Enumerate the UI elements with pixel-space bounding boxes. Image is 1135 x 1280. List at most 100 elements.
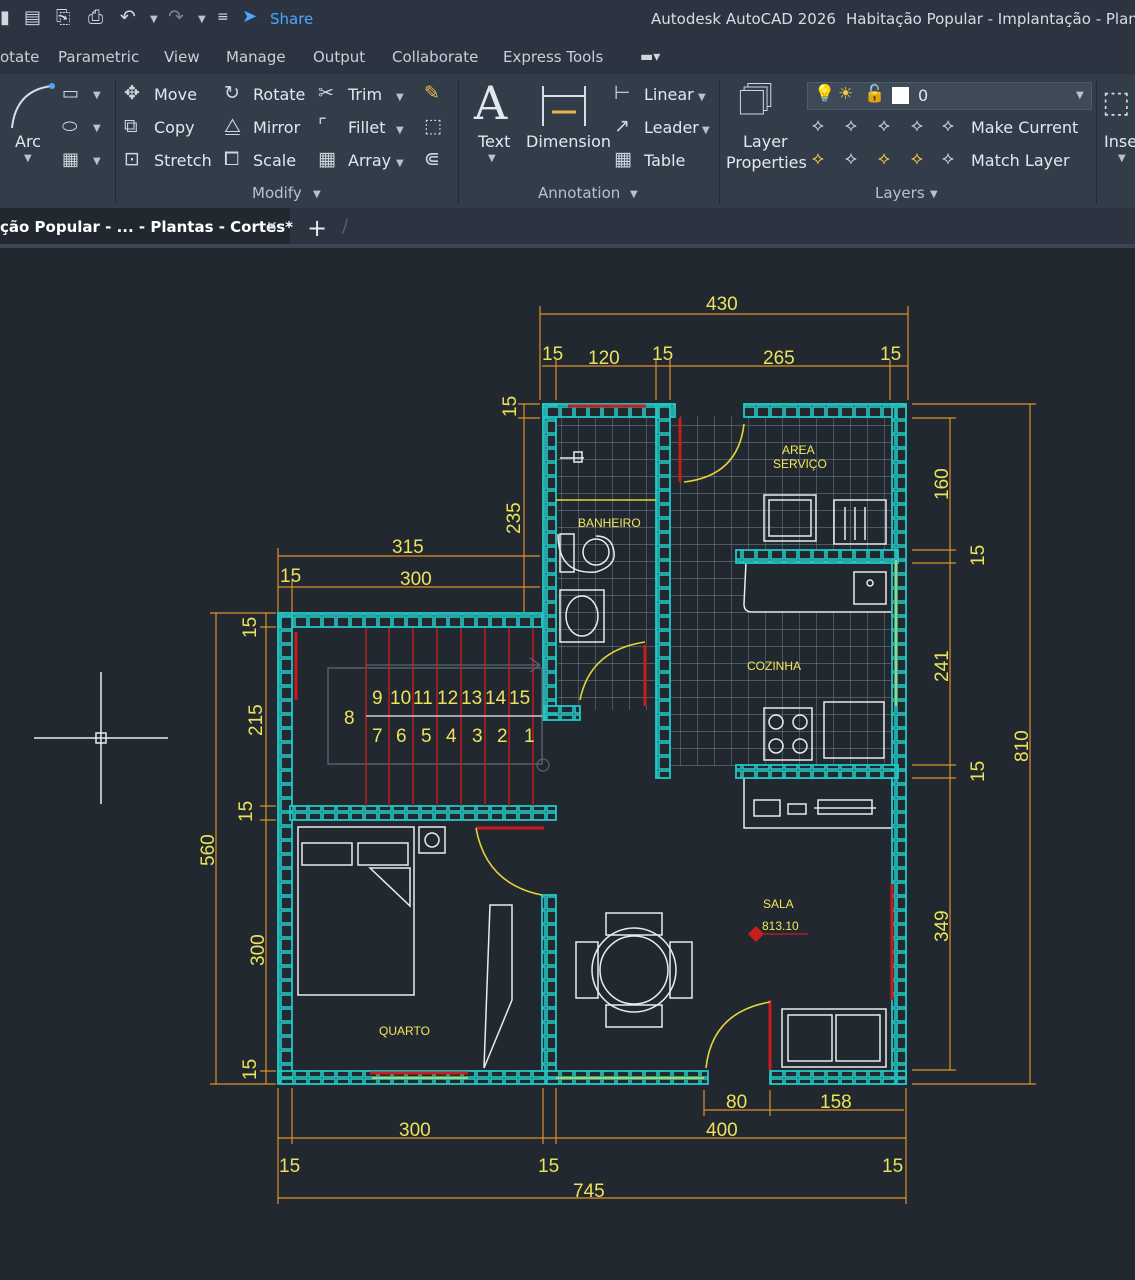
trim-button[interactable]: Trim bbox=[348, 87, 382, 103]
file-tab-label[interactable]: ção Popular - ... - Plantas - Cortes* bbox=[0, 220, 293, 235]
layers-panel-label[interactable]: Layers bbox=[875, 186, 925, 201]
move-icon[interactable]: ✥ bbox=[124, 84, 140, 103]
mirror-button[interactable]: Mirror bbox=[253, 120, 300, 136]
rotate-button[interactable]: Rotate bbox=[253, 87, 305, 103]
copy-button[interactable]: Copy bbox=[154, 120, 195, 136]
copy-icon[interactable]: ⧉ bbox=[124, 117, 138, 136]
redo-icon[interactable]: ↷ bbox=[168, 8, 184, 27]
insert-block-icon[interactable]: ⬚ bbox=[1102, 88, 1130, 118]
dimension-icon[interactable] bbox=[540, 82, 590, 130]
layer-properties-icon[interactable]: 🗇 bbox=[738, 80, 773, 118]
fillet-dropdown-icon[interactable]: ▼ bbox=[396, 126, 404, 136]
array-dropdown-icon[interactable]: ▼ bbox=[396, 159, 404, 169]
layer-unlock-all-icon[interactable]: ⟡ bbox=[911, 150, 923, 168]
share-icon[interactable]: ➤ bbox=[242, 8, 257, 26]
hatch-dropdown-icon[interactable]: ▼ bbox=[93, 157, 101, 167]
scale-icon[interactable]: ⧠ bbox=[224, 150, 239, 169]
undo-icon[interactable]: ↶ bbox=[120, 8, 136, 27]
leader-button[interactable]: Leader bbox=[644, 120, 699, 136]
layer-freeze-icon[interactable]: ⟡ bbox=[878, 117, 890, 135]
layer-properties-button-line1[interactable]: Layer bbox=[743, 134, 788, 150]
match-layer-icon[interactable]: ⟡ bbox=[942, 150, 954, 168]
arc-icon[interactable] bbox=[6, 80, 66, 140]
panel-separator bbox=[1096, 80, 1097, 204]
rotate-icon[interactable]: ↻ bbox=[224, 84, 240, 103]
array-icon[interactable]: ▦ bbox=[318, 150, 336, 169]
tab-parametric[interactable]: Parametric bbox=[58, 50, 139, 65]
annotation-panel-dropdown-icon[interactable]: ▼ bbox=[630, 190, 638, 200]
insert-dropdown-icon[interactable]: ▼ bbox=[1118, 154, 1126, 164]
ellipse-icon[interactable]: ⬭ bbox=[62, 118, 77, 136]
redo-dropdown-icon[interactable]: ▼ bbox=[198, 15, 206, 25]
dimension-button[interactable]: Dimension bbox=[526, 134, 611, 150]
layer-unlock-icon[interactable]: 🔓 bbox=[864, 86, 885, 103]
share-button[interactable]: Share bbox=[270, 12, 313, 27]
layer-thaw-icon[interactable]: ☀ bbox=[838, 86, 853, 103]
fillet-button[interactable]: Fillet bbox=[348, 120, 386, 136]
ellipse-dropdown-icon[interactable]: ▼ bbox=[93, 124, 101, 134]
new-tab-icon[interactable]: + bbox=[307, 216, 327, 240]
text-button[interactable]: Text bbox=[478, 134, 510, 150]
array-button[interactable]: Array bbox=[348, 153, 391, 169]
layer-color-swatch[interactable] bbox=[892, 87, 909, 104]
layer-off-icon[interactable]: ⟡ bbox=[812, 117, 824, 135]
drawing-canvas[interactable] bbox=[0, 244, 1135, 1280]
erase-icon[interactable]: ✎ bbox=[424, 84, 440, 103]
mirror-icon[interactable]: ⧋ bbox=[224, 117, 241, 136]
move-button[interactable]: Move bbox=[154, 87, 197, 103]
leader-icon[interactable]: ↗ bbox=[614, 117, 630, 136]
quick-access-menu-icon[interactable]: ≡ bbox=[217, 10, 229, 24]
ribbon-toggle-icon[interactable]: ▬▾ bbox=[640, 50, 660, 64]
layer-unisolate-icon[interactable]: ⟡ bbox=[845, 150, 857, 168]
annotation-panel-label[interactable]: Annotation bbox=[538, 186, 620, 201]
text-dropdown-icon[interactable]: ▼ bbox=[488, 154, 496, 164]
layer-lock-icon[interactable]: ⟡ bbox=[911, 117, 923, 135]
rectangle-icon[interactable]: ▭ bbox=[62, 85, 79, 103]
modify-panel-label[interactable]: Modify bbox=[252, 186, 302, 201]
linear-icon[interactable]: ⊢ bbox=[614, 84, 631, 103]
layer-on-all-icon[interactable]: ⟡ bbox=[812, 150, 824, 168]
layer-thaw-all-icon[interactable]: ⟡ bbox=[878, 150, 890, 168]
tab-manage[interactable]: Manage bbox=[226, 50, 286, 65]
tab-output[interactable]: Output bbox=[313, 50, 365, 65]
arc-button[interactable]: Arc bbox=[15, 134, 41, 150]
table-icon[interactable]: ▦ bbox=[614, 150, 632, 169]
layer-dropdown-icon[interactable]: ▼ bbox=[1076, 91, 1084, 101]
print-icon[interactable]: ⎙ bbox=[88, 8, 103, 27]
trim-dropdown-icon[interactable]: ▼ bbox=[396, 93, 404, 103]
tab-view[interactable]: View bbox=[164, 50, 200, 65]
leader-dropdown-icon[interactable]: ▼ bbox=[702, 126, 710, 136]
arc-dropdown-icon[interactable]: ▼ bbox=[24, 154, 32, 164]
hatch-icon[interactable]: ▦ bbox=[62, 151, 79, 169]
modify-panel-dropdown-icon[interactable]: ▼ bbox=[313, 190, 321, 200]
tab-express-tools[interactable]: Express Tools bbox=[503, 50, 603, 65]
layer-isolate-icon[interactable]: ⟡ bbox=[845, 117, 857, 135]
layer-properties-button-line2[interactable]: Properties bbox=[726, 155, 807, 171]
tab-rotate[interactable]: otate bbox=[0, 50, 39, 65]
match-layer-button[interactable]: Match Layer bbox=[971, 153, 1070, 169]
undo-dropdown-icon[interactable]: ▼ bbox=[150, 15, 158, 25]
layer-on-icon[interactable]: 💡 bbox=[814, 86, 835, 103]
save-icon[interactable]: ▮ bbox=[0, 9, 10, 27]
insert-button[interactable]: Inse bbox=[1104, 134, 1135, 150]
close-tab-icon[interactable]: ✕ bbox=[266, 220, 278, 234]
trim-icon[interactable]: ✂ bbox=[318, 84, 334, 103]
make-current-button[interactable]: Make Current bbox=[971, 120, 1078, 136]
rectangle-dropdown-icon[interactable]: ▼ bbox=[93, 91, 101, 101]
make-current-icon[interactable]: ⟡ bbox=[942, 117, 954, 135]
layers-panel-dropdown-icon[interactable]: ▼ bbox=[930, 190, 938, 200]
offset-icon[interactable]: ⋐ bbox=[424, 150, 440, 169]
linear-button[interactable]: Linear bbox=[644, 87, 694, 103]
stretch-icon[interactable]: ⊡ bbox=[124, 150, 140, 169]
stretch-button[interactable]: Stretch bbox=[154, 153, 212, 169]
save-as-icon[interactable]: ▤ bbox=[24, 9, 41, 27]
table-button[interactable]: Table bbox=[644, 153, 685, 169]
layer-dropdown[interactable]: 💡 ☀ 🔓 0 ▼ bbox=[807, 82, 1092, 110]
explode-icon[interactable]: ⬚ bbox=[424, 117, 442, 136]
tab-collaborate[interactable]: Collaborate bbox=[392, 50, 478, 65]
scale-button[interactable]: Scale bbox=[253, 153, 296, 169]
text-icon[interactable]: A bbox=[474, 80, 507, 126]
fillet-icon[interactable]: ⌜ bbox=[318, 117, 327, 136]
export-icon[interactable]: ⎘ bbox=[56, 9, 70, 27]
linear-dropdown-icon[interactable]: ▼ bbox=[698, 93, 706, 103]
